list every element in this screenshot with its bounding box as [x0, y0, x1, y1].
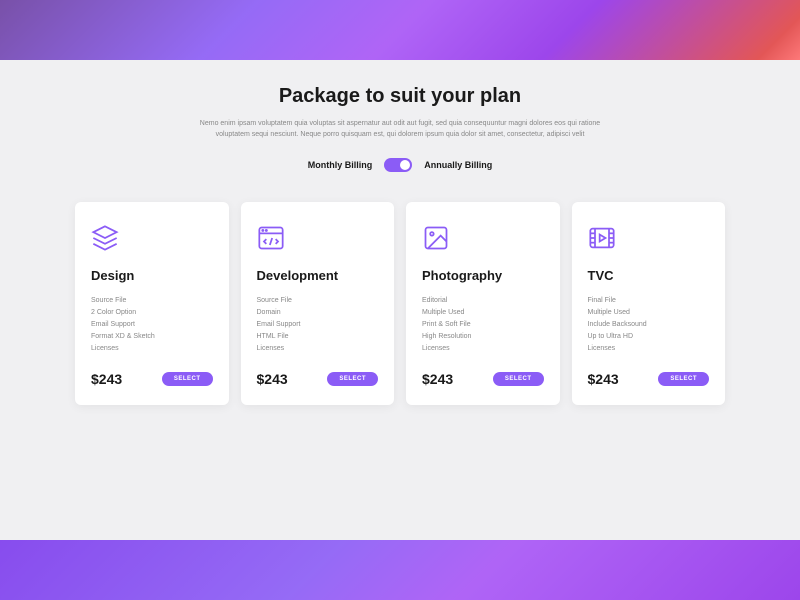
annually-label: Annually Billing: [424, 160, 492, 170]
pricing-cards: Design Source File 2 Color Option Email …: [50, 202, 750, 404]
card-footer: $243 SELECT: [257, 371, 379, 387]
feature-item: Up to Ultra HD: [588, 331, 710, 343]
card-footer: $243 SELECT: [422, 371, 544, 387]
plan-card-photography: Photography Editorial Multiple Used Prin…: [406, 202, 560, 404]
plan-card-development: Development Source File Domain Email Sup…: [241, 202, 395, 404]
code-window-icon: [257, 224, 285, 252]
feature-item: Format XD & Sketch: [91, 331, 213, 343]
plan-title: TVC: [588, 268, 710, 283]
plan-price: $243: [257, 371, 288, 387]
plan-price: $243: [91, 371, 122, 387]
feature-item: Include Backsound: [588, 319, 710, 331]
select-button[interactable]: SELECT: [493, 372, 544, 386]
feature-item: High Resolution: [422, 331, 544, 343]
feature-item: Source File: [91, 295, 213, 307]
plan-card-tvc: TVC Final File Multiple Used Include Bac…: [572, 202, 726, 404]
plan-title: Photography: [422, 268, 544, 283]
feature-item: Multiple Used: [588, 307, 710, 319]
feature-item: Print & Soft File: [422, 319, 544, 331]
background-bottom: [0, 540, 800, 600]
layers-icon: [91, 224, 119, 252]
feature-list: Source File 2 Color Option Email Support…: [91, 295, 213, 354]
image-icon: [422, 224, 450, 252]
billing-toggle[interactable]: [384, 158, 412, 172]
feature-item: Domain: [257, 307, 379, 319]
feature-item: Licenses: [422, 343, 544, 355]
feature-item: Licenses: [257, 343, 379, 355]
feature-list: Source File Domain Email Support HTML Fi…: [257, 295, 379, 354]
feature-list: Editorial Multiple Used Print & Soft Fil…: [422, 295, 544, 354]
feature-item: Email Support: [91, 319, 213, 331]
plan-title: Development: [257, 268, 379, 283]
feature-item: Email Support: [257, 319, 379, 331]
plan-card-design: Design Source File 2 Color Option Email …: [75, 202, 229, 404]
toggle-knob: [400, 160, 410, 170]
billing-toggle-row: Monthly Billing Annually Billing: [50, 158, 750, 172]
feature-item: Source File: [257, 295, 379, 307]
select-button[interactable]: SELECT: [658, 372, 709, 386]
select-button[interactable]: SELECT: [327, 372, 378, 386]
pricing-section: Package to suit your plan Nemo enim ipsa…: [0, 0, 800, 405]
section-title: Package to suit your plan: [50, 85, 750, 108]
card-footer: $243 SELECT: [588, 371, 710, 387]
card-footer: $243 SELECT: [91, 371, 213, 387]
feature-list: Final File Multiple Used Include Backsou…: [588, 295, 710, 354]
feature-item: 2 Color Option: [91, 307, 213, 319]
feature-item: Multiple Used: [422, 307, 544, 319]
feature-item: HTML File: [257, 331, 379, 343]
feature-item: Editorial: [422, 295, 544, 307]
feature-item: Licenses: [588, 343, 710, 355]
section-subtitle: Nemo enim ipsam voluptatem quia voluptas…: [190, 118, 610, 140]
feature-item: Licenses: [91, 343, 213, 355]
monthly-label: Monthly Billing: [308, 160, 373, 170]
film-icon: [588, 224, 616, 252]
feature-item: Final File: [588, 295, 710, 307]
plan-price: $243: [588, 371, 619, 387]
plan-price: $243: [422, 371, 453, 387]
plan-title: Design: [91, 268, 213, 283]
select-button[interactable]: SELECT: [162, 372, 213, 386]
